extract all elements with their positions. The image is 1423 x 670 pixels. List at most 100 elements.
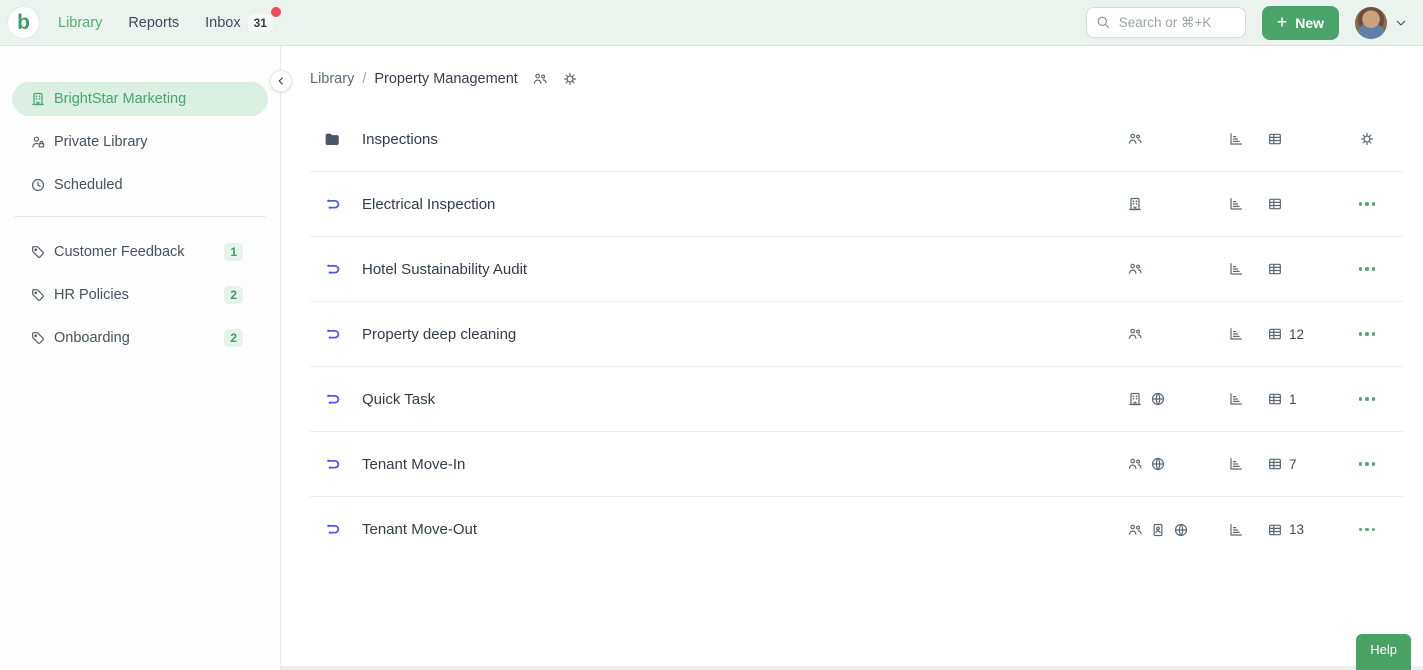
row-run-count: 1	[1289, 391, 1297, 407]
new-button[interactable]: + New	[1261, 5, 1339, 40]
sidebar-item-brightstar-marketing[interactable]: BrightStar Marketing	[12, 82, 268, 116]
bar-chart-icon	[1228, 261, 1244, 277]
bar-chart-icon	[1228, 131, 1244, 147]
row-title[interactable]: Inspections	[362, 131, 1127, 148]
row-share-icons	[1127, 391, 1219, 407]
user-group-icon	[1127, 326, 1143, 342]
row-stats-button[interactable]	[1219, 522, 1253, 538]
row-menu-button[interactable]	[1331, 462, 1403, 466]
row-runs-button[interactable]	[1253, 196, 1331, 212]
tag-count-badge: 2	[224, 329, 243, 347]
row-title[interactable]: Electrical Inspection	[362, 196, 1127, 213]
row-menu-button[interactable]	[1331, 527, 1403, 532]
breadcrumb-library[interactable]: Library	[310, 71, 354, 87]
globe-icon	[1150, 456, 1166, 472]
table-icon	[1267, 456, 1283, 472]
sidebar-tag-onboarding[interactable]: Onboarding 2	[12, 321, 268, 355]
row-menu-button[interactable]	[1331, 267, 1403, 271]
row-runs-button[interactable]: 12	[1253, 326, 1331, 342]
sidebar-tag-customer-feedback[interactable]: Customer Feedback 1	[12, 235, 268, 269]
search-icon	[1095, 14, 1111, 30]
row-share-icons	[1127, 522, 1219, 538]
row-title[interactable]: Property deep cleaning	[362, 326, 1127, 343]
row-runs-button[interactable]: 1	[1253, 391, 1331, 407]
row-stats-button[interactable]	[1219, 131, 1253, 147]
tag-count-badge: 1	[224, 243, 243, 261]
bar-chart-icon	[1228, 391, 1244, 407]
building-icon	[1127, 391, 1143, 407]
nav-library[interactable]: Library	[58, 15, 102, 31]
ellipsis-menu-icon	[1358, 332, 1376, 336]
search-box	[1085, 7, 1246, 38]
sidebar: BrightStar Marketing Private Library Sch…	[0, 46, 281, 670]
breadcrumb-separator: /	[362, 71, 367, 87]
row-stats-button[interactable]	[1219, 196, 1253, 212]
main-content: Library / Property Management Inspection…	[281, 46, 1423, 670]
list-item[interactable]: Tenant Move-In 7	[310, 432, 1403, 497]
breadcrumb: Library / Property Management	[281, 46, 1423, 87]
row-stats-button[interactable]	[1219, 261, 1253, 277]
row-runs-button[interactable]: 7	[1253, 456, 1331, 472]
user-group-icon	[1127, 456, 1143, 472]
chevron-left-icon	[275, 75, 287, 87]
building-icon	[1127, 196, 1143, 212]
sidebar-item-scheduled[interactable]: Scheduled	[12, 168, 268, 202]
workflow-icon	[322, 195, 342, 214]
row-stats-button[interactable]	[1219, 456, 1253, 472]
row-runs-button[interactable]	[1253, 261, 1331, 277]
app-logo[interactable]: b	[8, 7, 39, 38]
id-card-icon	[1150, 522, 1166, 538]
list-item[interactable]: Tenant Move-Out 13	[310, 497, 1403, 562]
table-icon	[1267, 522, 1283, 538]
nav-reports-label: Reports	[128, 14, 180, 31]
workflow-icon	[322, 455, 342, 474]
row-stats-button[interactable]	[1219, 326, 1253, 342]
topbar: b Library Reports Inbox 31 + New	[0, 0, 1423, 46]
user-avatar[interactable]	[1355, 6, 1387, 39]
new-button-label: New	[1295, 14, 1324, 31]
bar-chart-icon	[1228, 522, 1244, 538]
nav-library-label: Library	[58, 14, 103, 31]
sidebar-item-label: Scheduled	[54, 177, 123, 193]
table-icon	[1267, 196, 1283, 212]
plus-icon: +	[1276, 11, 1288, 32]
gear-icon[interactable]	[562, 71, 578, 87]
table-icon	[1267, 131, 1283, 147]
row-title[interactable]: Hotel Sustainability Audit	[362, 261, 1127, 278]
row-menu-button[interactable]	[1331, 332, 1403, 336]
row-title[interactable]: Tenant Move-In	[362, 456, 1127, 473]
row-runs-button[interactable]	[1253, 131, 1331, 147]
user-group-icon[interactable]	[532, 71, 548, 87]
building-icon	[30, 91, 46, 107]
list-item[interactable]: Electrical Inspection	[310, 172, 1403, 237]
sidebar-item-private-library[interactable]: Private Library	[12, 125, 268, 159]
row-title[interactable]: Tenant Move-Out	[362, 521, 1127, 538]
row-run-count: 7	[1289, 456, 1297, 472]
row-runs-button[interactable]: 13	[1253, 522, 1331, 538]
ellipsis-menu-icon	[1358, 267, 1376, 271]
list-item[interactable]: Quick Task 1	[310, 367, 1403, 432]
row-menu-button[interactable]	[1331, 202, 1403, 206]
bar-chart-icon	[1228, 326, 1244, 342]
inbox-count-badge: 31	[247, 13, 273, 32]
chevron-down-icon[interactable]	[1393, 15, 1409, 31]
list-item[interactable]: Property deep cleaning 12	[310, 302, 1403, 367]
tag-label: Customer Feedback	[54, 244, 185, 260]
row-share-icons	[1127, 456, 1219, 472]
nav-reports[interactable]: Reports	[128, 15, 179, 31]
tag-icon	[30, 330, 46, 346]
tag-label: Onboarding	[54, 330, 130, 346]
clock-icon	[30, 177, 46, 193]
help-button[interactable]: Help	[1356, 634, 1411, 670]
list-item[interactable]: Inspections	[310, 107, 1403, 172]
row-title[interactable]: Quick Task	[362, 391, 1127, 408]
nav-inbox[interactable]: Inbox 31	[205, 6, 281, 32]
sidebar-tag-hr-policies[interactable]: HR Policies 2	[12, 278, 268, 312]
sidebar-divider	[14, 216, 266, 217]
row-stats-button[interactable]	[1219, 391, 1253, 407]
row-menu-button[interactable]	[1331, 397, 1403, 401]
sidebar-collapse-button[interactable]	[270, 70, 292, 92]
row-settings-button[interactable]	[1331, 131, 1403, 147]
list-item[interactable]: Hotel Sustainability Audit	[310, 237, 1403, 302]
checklist-list: Inspections Electrical Inspection Hotel …	[310, 107, 1403, 562]
